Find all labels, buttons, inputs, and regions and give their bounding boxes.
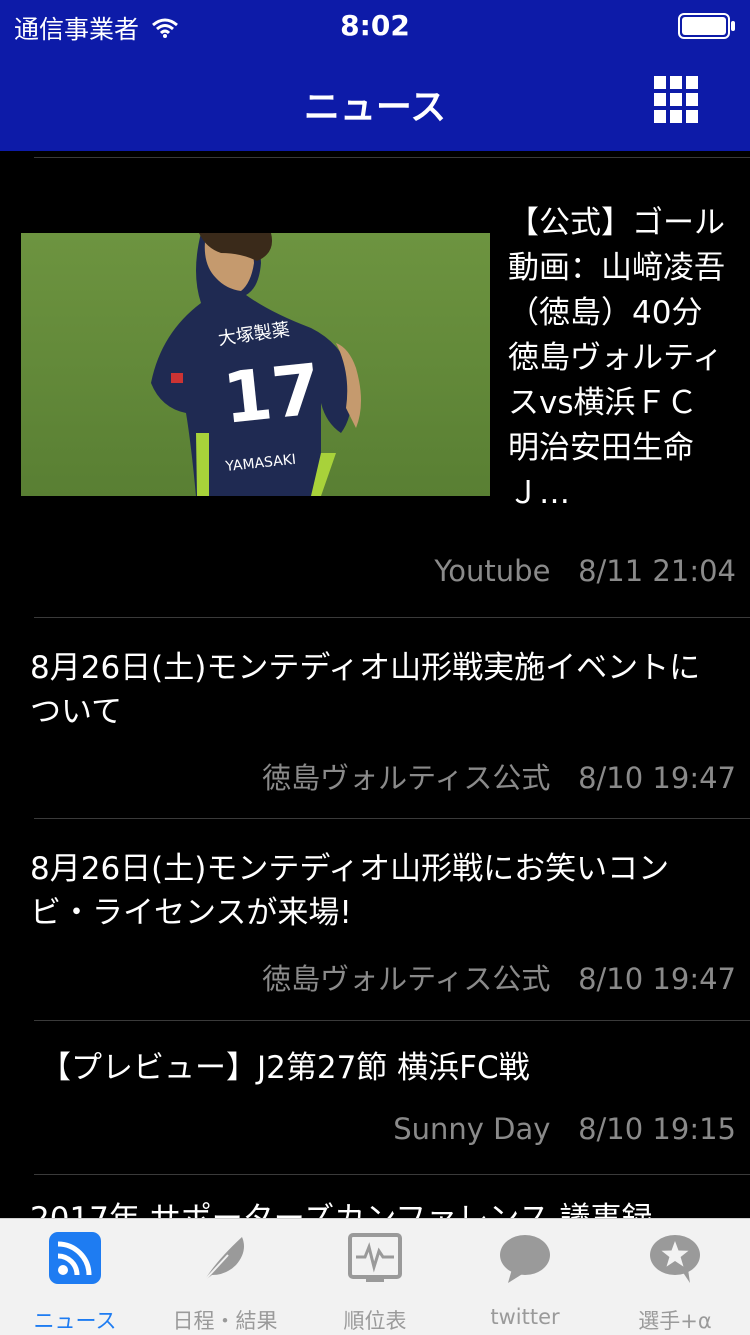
news-meta: 徳島ヴォルティス公式 8/10 19:47 — [262, 956, 736, 998]
news-source: 徳島ヴォルティス公式 — [262, 962, 551, 996]
tab-label: 順位表 — [343, 1309, 407, 1333]
row-divider — [34, 617, 750, 618]
news-title: 8月26日(土)モンテディオ山形戦にお笑いコンビ・ライセンスが来場! — [30, 851, 670, 931]
row-divider — [34, 1020, 750, 1021]
video-thumbnail: 大塚製薬 17 YAMASAKI — [21, 233, 490, 496]
tab-schedule[interactable]: 日程・結果 — [150, 1219, 300, 1335]
jersey-number-text: 17 — [219, 348, 324, 440]
news-source: 徳島ヴォルティス公式 — [262, 761, 551, 795]
tab-news[interactable]: ニュース — [0, 1219, 150, 1335]
feather-icon — [203, 1237, 244, 1282]
news-title: 2017年 サポーターズカンファレンス 議事録 — [30, 1197, 730, 1218]
tab-players[interactable]: 選手+α — [600, 1219, 750, 1335]
tab-standings[interactable]: 順位表 — [300, 1219, 450, 1335]
row-divider — [34, 818, 750, 819]
news-title: 【プレビュー】J2第27節 横浜FC戦 — [40, 1050, 530, 1086]
speech-bubble-icon — [500, 1235, 550, 1283]
news-source: Sunny Day — [393, 1112, 551, 1146]
navigation-bar: 通信事業者 8:02 ニュース — [0, 0, 750, 151]
monitor-icon — [348, 1233, 402, 1282]
status-time: 8:02 — [340, 9, 410, 42]
news-meta: 徳島ヴォルティス公式 8/10 19:47 — [262, 755, 736, 797]
row-divider — [34, 157, 750, 158]
star-bubble-icon — [650, 1235, 700, 1283]
news-date: 8/10 19:15 — [578, 1112, 736, 1146]
status-bar: 通信事業者 8:02 — [0, 0, 750, 50]
tab-twitter[interactable]: twitter — [450, 1219, 600, 1335]
battery-icon — [678, 13, 735, 39]
page-title: ニュース — [303, 87, 447, 128]
news-meta: Youtube 8/11 21:04 — [434, 554, 736, 588]
news-date: 8/11 21:04 — [578, 554, 736, 588]
tab-label: twitter — [490, 1305, 560, 1329]
news-title: 【公式】ゴール動画：山﨑凌吾（徳島）40分 徳島ヴォルティスvs横浜ＦＣ 明治安… — [508, 205, 725, 511]
tab-label: 日程・結果 — [172, 1309, 278, 1333]
rss-icon — [49, 1232, 101, 1284]
grid-menu-icon[interactable] — [654, 76, 698, 123]
tab-label: ニュース — [33, 1309, 117, 1333]
news-date: 8/10 19:47 — [578, 761, 736, 795]
news-title: 8月26日(土)モンテディオ山形戦実施イベントについて — [30, 650, 701, 730]
news-meta: Sunny Day 8/10 19:15 — [393, 1112, 736, 1146]
row-divider — [34, 1174, 750, 1175]
news-date: 8/10 19:47 — [578, 962, 736, 996]
tab-bar: ニュース 日程・結果 順位表 twitter 選手+α — [0, 1218, 750, 1335]
tab-label: 選手+α — [638, 1309, 712, 1333]
news-source: Youtube — [434, 554, 551, 588]
news-list[interactable]: 大塚製薬 17 YAMASAKI 【公式】ゴール動画：山﨑凌吾（徳島）40分 徳… — [0, 151, 750, 1218]
